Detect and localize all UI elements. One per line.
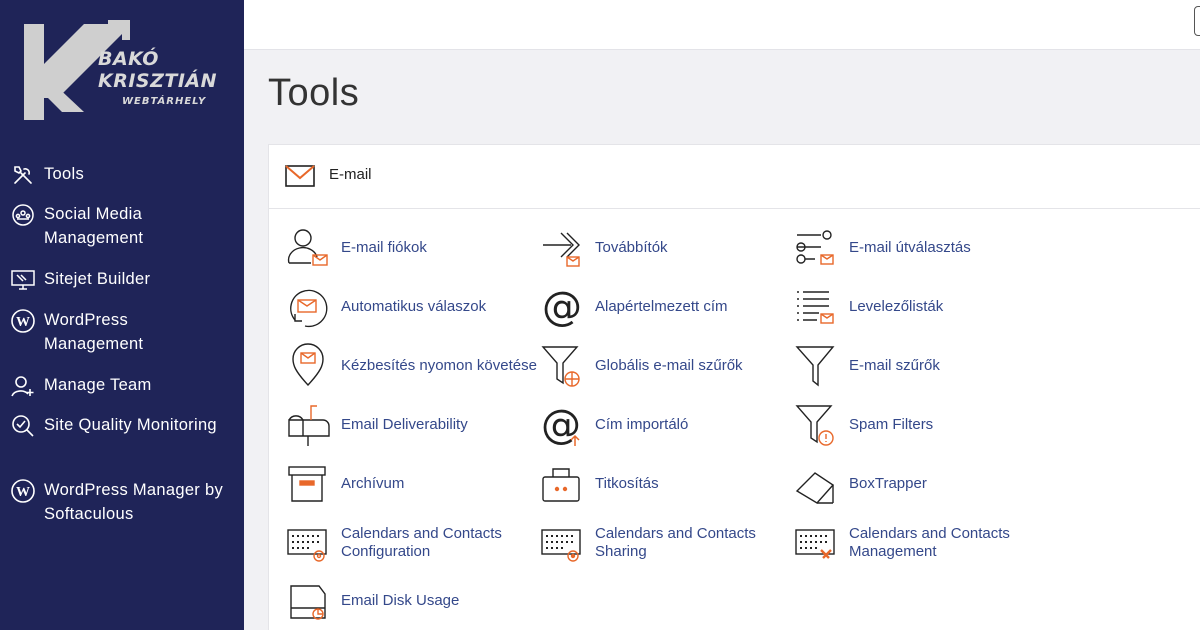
tool-email-routing[interactable]: E-mail útválasztás <box>793 225 971 271</box>
tool-label: Spam Filters <box>849 416 934 433</box>
team-icon <box>10 373 36 399</box>
sidebar-item-tools[interactable]: Tools <box>10 162 224 188</box>
tool-default-address[interactable]: @ Alapértelmezett cím <box>539 284 728 330</box>
tool-forwarders[interactable]: Továbbítók <box>539 225 668 271</box>
tool-autoresponders[interactable]: Automatikus válaszok <box>285 284 486 330</box>
wordpress-icon: W <box>10 478 36 504</box>
quality-icon <box>10 413 36 439</box>
tool-email-accounts[interactable]: E-mail fiókok <box>285 225 427 271</box>
sidebar-item-social-media[interactable]: Social Media Management <box>10 202 224 250</box>
panel-title: E-mail <box>329 166 372 183</box>
brand-line-3: WEBTÁRHELY <box>122 96 207 107</box>
tool-boxtrapper[interactable]: BoxTrapper <box>793 461 927 507</box>
brand-line-2: KRISZTIÁN <box>98 70 218 92</box>
tool-label: Archívum <box>341 475 405 492</box>
tool-label: BoxTrapper <box>849 475 927 492</box>
sidebar-item-manage-team[interactable]: Manage Team <box>10 373 224 399</box>
svg-text:W: W <box>16 485 30 500</box>
tool-label: Calendars and Contacts Sharing <box>595 525 756 560</box>
tool-encryption[interactable]: Titkosítás <box>539 461 659 507</box>
tool-label: Email Disk Usage <box>341 592 460 609</box>
tool-calendars-configuration[interactable]: Calendars and Contacts Configuration <box>285 520 511 566</box>
tool-label: Automatikus válaszok <box>341 298 487 315</box>
sidebar-item-label: WordPress Manager by Softaculous <box>44 481 224 523</box>
tool-label: Cím importáló <box>595 416 689 433</box>
spam-filters-icon <box>795 405 834 446</box>
forwarders-icon <box>543 232 580 267</box>
tool-label: Calendars and Contacts Configuration <box>341 525 502 560</box>
track-delivery-icon <box>292 343 324 387</box>
tool-label: Email Deliverability <box>341 416 468 433</box>
email-accounts-icon <box>287 229 328 266</box>
brand-logo[interactable]: BAKÓ KRISZTIÁN WEBTÁRHELY <box>22 20 217 124</box>
envelope-icon <box>285 165 315 192</box>
wordpress-icon: W <box>10 308 36 334</box>
tool-label: Levelezőlisták <box>849 298 944 315</box>
tool-label: E-mail fiókok <box>341 239 427 256</box>
sidebar-item-wordpress[interactable]: W WordPress Management <box>10 308 224 356</box>
calendars-management-icon <box>795 529 835 559</box>
tools-icon <box>10 162 36 188</box>
sitejet-icon <box>10 267 36 293</box>
sidebar-item-label: Tools <box>44 165 85 183</box>
email-filters-icon <box>795 346 835 387</box>
tool-calendars-sharing[interactable]: Calendars and Contacts Sharing <box>539 520 765 566</box>
top-bar <box>244 0 1200 50</box>
svg-text:W: W <box>16 315 30 330</box>
autoresponders-icon <box>290 289 328 328</box>
email-panel: E-mail E-mail fiókok Továbbítók E-mail ú… <box>268 144 1200 630</box>
tool-email-disk-usage[interactable]: Email Disk Usage <box>285 578 459 624</box>
panel-header[interactable]: E-mail <box>269 145 1200 209</box>
tool-global-filters[interactable]: Globális e-mail szűrők <box>539 343 743 389</box>
tool-address-importer[interactable]: @ Cím importáló <box>539 402 688 448</box>
calendars-config-icon <box>287 529 327 562</box>
sidebar-item-sitejet[interactable]: Sitejet Builder <box>10 267 224 293</box>
address-importer-icon: @ <box>541 402 581 448</box>
global-filters-icon <box>541 346 580 387</box>
tool-label: Alapértelmezett cím <box>595 298 728 315</box>
tool-label: E-mail útválasztás <box>849 239 971 256</box>
sidebar-item-label: Manage Team <box>44 376 152 394</box>
social-media-icon <box>10 202 36 228</box>
tool-label: E-mail szűrők <box>849 357 940 374</box>
sidebar-item-label: Site Quality Monitoring <box>44 416 217 434</box>
tool-label: Calendars and Contacts Management <box>849 525 1010 560</box>
tool-calendars-management[interactable]: Calendars and Contacts Management <box>793 520 1019 566</box>
page-title: Tools <box>268 72 360 114</box>
sidebar-item-label: Social Media Management <box>44 205 144 247</box>
tool-email-filters[interactable]: E-mail szűrők <box>793 343 940 389</box>
sidebar-item-label: Sitejet Builder <box>44 270 151 288</box>
disk-usage-icon <box>290 585 326 620</box>
tool-label: Továbbítók <box>595 239 668 256</box>
tool-label: Kézbesítés nyomon követése <box>341 357 537 374</box>
brand-line-1: BAKÓ <box>98 48 159 70</box>
email-routing-icon <box>796 230 834 265</box>
sidebar: BAKÓ KRISZTIÁN WEBTÁRHELY Tools Social M… <box>0 0 244 630</box>
deliverability-icon <box>288 405 330 446</box>
top-right-button[interactable] <box>1194 6 1200 36</box>
tool-spam-filters[interactable]: Spam Filters <box>793 402 933 448</box>
boxtrapper-icon <box>795 472 835 504</box>
svg-text:@: @ <box>542 284 582 330</box>
tool-email-deliverability[interactable]: Email Deliverability <box>285 402 468 448</box>
sidebar-item-site-quality[interactable]: Site Quality Monitoring <box>10 413 224 439</box>
encryption-icon <box>542 468 580 502</box>
archive-icon <box>288 466 326 502</box>
default-address-icon: @ <box>542 284 582 330</box>
tool-track-delivery[interactable]: Kézbesítés nyomon követése <box>285 343 537 389</box>
sidebar-item-label: WordPress Management <box>44 311 144 353</box>
tool-label: Globális e-mail szűrők <box>595 357 743 374</box>
tool-label: Titkosítás <box>595 475 659 492</box>
sidebar-item-wordpress-manager[interactable]: W WordPress Manager by Softaculous <box>10 478 224 526</box>
tool-archive[interactable]: Archívum <box>285 461 404 507</box>
mailing-lists-icon <box>797 291 834 324</box>
calendars-sharing-icon <box>541 529 581 562</box>
tool-mailing-lists[interactable]: Levelezőlisták <box>793 284 943 330</box>
